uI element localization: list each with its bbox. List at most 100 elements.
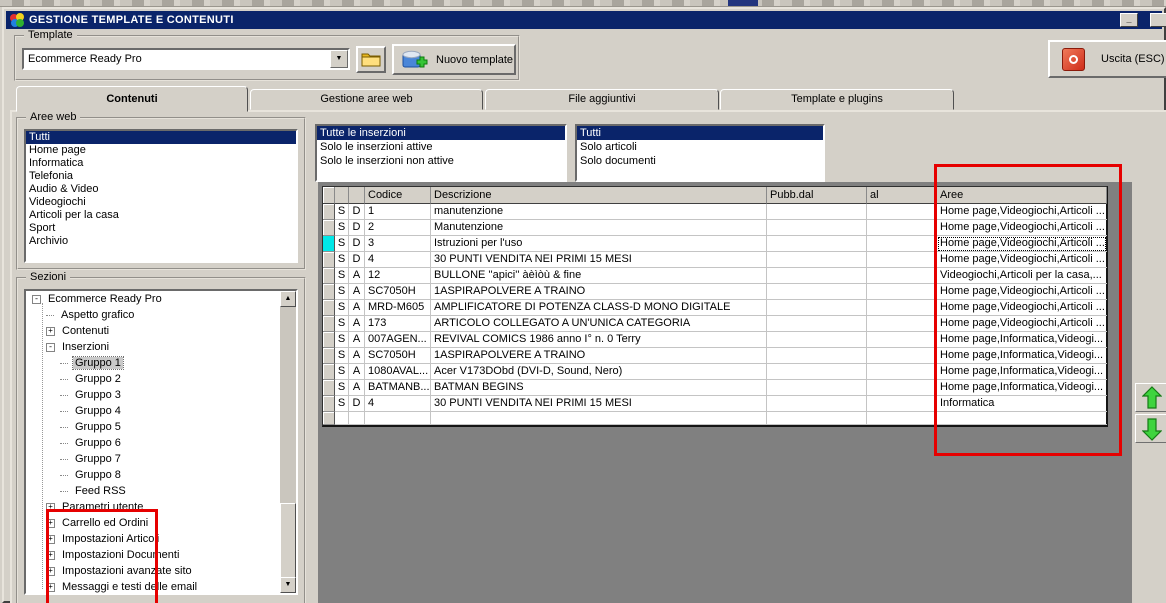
tree-item[interactable]: Aspetto grafico [26, 307, 296, 323]
tab-file-aggiuntivi[interactable]: File aggiuntivi [485, 89, 719, 110]
header-aree[interactable]: Aree [937, 187, 1107, 204]
row-selector-cell[interactable] [323, 380, 335, 396]
list-item[interactable]: Sport [26, 222, 296, 235]
expand-icon[interactable]: + [46, 566, 55, 576]
tree-item-label[interactable]: Gruppo 5 [73, 421, 123, 433]
list-item[interactable]: Tutti [577, 126, 823, 140]
table-row[interactable]: S A SC7050H 1ASPIRAPOLVERE A TRAINO Home… [323, 348, 1107, 364]
scroll-up-icon[interactable]: ▲ [280, 291, 296, 307]
expand-icon[interactable]: + [46, 502, 55, 512]
tree-item[interactable]: - Ecommerce Ready Pro [26, 291, 296, 307]
tree-item-label[interactable]: Aspetto grafico [59, 309, 136, 321]
cell-aree-focused[interactable]: Home page,Videogiochi,Articoli ... [937, 236, 1107, 252]
tree-item-label[interactable]: Parametri utente [60, 501, 145, 513]
tree-item[interactable]: Gruppo 4 [26, 403, 296, 419]
tree-item[interactable]: Gruppo 7 [26, 451, 296, 467]
cell-aree[interactable]: Home page,Informatica,Videogi... [937, 332, 1107, 348]
list-item[interactable]: Informatica [26, 157, 296, 170]
row-selector-cell[interactable] [323, 396, 335, 412]
table-row[interactable]: S A BATMANB... BATMAN BEGINS Home page,I… [323, 380, 1107, 396]
row-selector-cell[interactable] [323, 348, 335, 364]
cell-aree[interactable]: Home page,Videogiochi,Articoli ... [937, 204, 1107, 220]
tree-item[interactable]: + Contenuti [26, 323, 296, 339]
template-combobox-value[interactable]: Ecommerce Ready Pro [24, 50, 330, 68]
window-button-partial[interactable] [1150, 13, 1166, 27]
combobox-dropdown-button[interactable]: ▼ [330, 50, 348, 68]
table-row[interactable]: S A 007AGEN... REVIVAL COMICS 1986 anno … [323, 332, 1107, 348]
active-row-marker[interactable] [323, 236, 335, 252]
exit-button[interactable]: Uscita (ESC) [1048, 40, 1166, 78]
tree-item[interactable]: Gruppo 2 [26, 371, 296, 387]
tree-item[interactable]: + Impostazioni avanzate sito [26, 563, 296, 579]
minimize-button[interactable]: _ [1120, 13, 1138, 27]
list-item[interactable]: Telefonia [26, 170, 296, 183]
cell-aree[interactable]: Home page,Videogiochi,Articoli ... [937, 252, 1107, 268]
row-selector-cell[interactable] [323, 300, 335, 316]
row-selector-cell[interactable] [323, 204, 335, 220]
table-row[interactable]: S D 1 manutenzione Home page,Videogiochi… [323, 204, 1107, 220]
cell-aree[interactable]: Videogiochi,Articoli per la casa,... [937, 268, 1107, 284]
cell-aree[interactable]: Informatica [937, 396, 1107, 412]
header-descrizione[interactable]: Descrizione [431, 187, 767, 204]
table-row-active[interactable]: S D 3 Istruzioni per l'uso Home page,Vid… [323, 236, 1107, 252]
cell-aree[interactable]: Home page,Informatica,Videogi... [937, 364, 1107, 380]
expand-icon[interactable]: + [46, 582, 55, 592]
list-item[interactable]: Solo documenti [577, 154, 823, 168]
expand-icon[interactable]: + [46, 326, 55, 336]
table-row[interactable]: S A MRD-M605 AMPLIFICATORE DI POTENZA CL… [323, 300, 1107, 316]
move-down-button[interactable] [1135, 414, 1166, 443]
tree-item-label[interactable]: Inserzioni [60, 341, 111, 353]
tree-item-label[interactable]: Messaggi e testi delle email [60, 581, 199, 593]
list-item[interactable]: Solo le inserzioni attive [317, 140, 565, 154]
row-selector-cell[interactable] [323, 284, 335, 300]
tree-item-label[interactable]: Impostazioni avanzate sito [60, 565, 194, 577]
tree-item[interactable]: + Impostazioni Articoli [26, 531, 296, 547]
new-template-button[interactable]: Nuovo template [392, 44, 516, 75]
list-item[interactable]: Archivio [26, 235, 296, 248]
tree-item[interactable]: - Inserzioni [26, 339, 296, 355]
open-folder-button[interactable] [356, 46, 386, 73]
tree-item[interactable]: + Carrello ed Ordini [26, 515, 296, 531]
tree-item-label[interactable]: Gruppo 2 [73, 373, 123, 385]
cell-aree[interactable]: Home page,Videogiochi,Articoli ... [937, 316, 1107, 332]
row-selector-cell[interactable] [323, 412, 335, 425]
tree-item-label[interactable]: Gruppo 8 [73, 469, 123, 481]
table-row[interactable]: S A SC7050H 1ASPIRAPOLVERE A TRAINO Home… [323, 284, 1107, 300]
cell-aree[interactable]: Home page,Videogiochi,Articoli ... [937, 284, 1107, 300]
tree-item[interactable]: Gruppo 6 [26, 435, 296, 451]
move-up-button[interactable] [1135, 383, 1166, 412]
list-item[interactable]: Videogiochi [26, 196, 296, 209]
tree-item-label[interactable]: Gruppo 3 [73, 389, 123, 401]
cell-aree[interactable]: Home page,Informatica,Videogi... [937, 348, 1107, 364]
tree-item-label[interactable]: Gruppo 7 [73, 453, 123, 465]
header-codice[interactable]: Codice [365, 187, 431, 204]
tab-gestione-aree-web[interactable]: Gestione aree web [250, 89, 483, 110]
tree-item[interactable]: + Impostazioni Documenti [26, 547, 296, 563]
list-item[interactable]: Audio & Video [26, 183, 296, 196]
expand-icon[interactable]: + [46, 534, 55, 544]
collapse-icon[interactable]: - [46, 342, 55, 352]
tab-contenuti[interactable]: Contenuti [16, 86, 248, 112]
tree-item-label[interactable]: Impostazioni Articoli [60, 533, 161, 545]
scroll-down-icon[interactable]: ▼ [280, 577, 296, 593]
tree-item-label[interactable]: Feed RSS [73, 485, 128, 497]
list-item[interactable]: Solo le inserzioni non attive [317, 154, 565, 168]
list-item[interactable]: Tutti [26, 131, 296, 144]
list-item[interactable]: Articoli per la casa [26, 209, 296, 222]
tree-item-label[interactable]: Ecommerce Ready Pro [46, 293, 164, 305]
list-item[interactable]: Solo articoli [577, 140, 823, 154]
tree-item[interactable]: + Parametri utente [26, 499, 296, 515]
row-selector-cell[interactable] [323, 268, 335, 284]
list-item[interactable]: Tutte le inserzioni [317, 126, 565, 140]
tree-item-label[interactable]: Gruppo 4 [73, 405, 123, 417]
collapse-icon[interactable]: - [32, 294, 41, 304]
cell-aree[interactable]: Home page,Videogiochi,Articoli ... [937, 300, 1107, 316]
cell-aree[interactable]: Home page,Informatica,Videogi... [937, 380, 1107, 396]
template-combobox[interactable]: Ecommerce Ready Pro ▼ [22, 48, 350, 70]
row-selector-cell[interactable] [323, 220, 335, 236]
row-selector-cell[interactable] [323, 252, 335, 268]
table-row[interactable]: S D 4 30 PUNTI VENDITA NEI PRIMI 15 MESI… [323, 396, 1107, 412]
row-selector-cell[interactable] [323, 364, 335, 380]
tab-template-e-plugins[interactable]: Template e plugins [720, 89, 954, 110]
tree-item[interactable]: Gruppo 8 [26, 467, 296, 483]
